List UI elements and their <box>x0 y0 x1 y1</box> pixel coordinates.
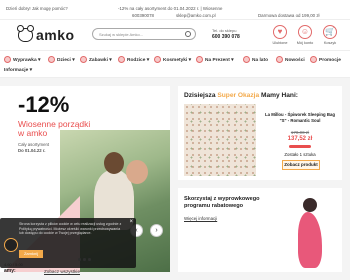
nav-rodzice[interactable]: Rodzice ▾ <box>118 56 149 63</box>
hero-title: Wiosenne porządki w amko <box>18 120 90 138</box>
nav-kosmetyki[interactable]: Kosmetyki ▾ <box>154 56 191 63</box>
cookie-notice: Strona korzysta z plików cookie w celu r… <box>0 218 136 268</box>
top-info-bar: Dzień dobry! Jak mogę pomóc? -12% na cał… <box>0 0 350 20</box>
promo-title: Skorzystaj z wyprowkowego programu rabat… <box>184 196 260 209</box>
hero-sub-line2: Do 01.04.22 r. <box>18 148 46 153</box>
promo-banner-text[interactable]: -12% na cały asortyment do 01.04.2022 r.… <box>118 6 222 11</box>
nav-label: Rodzice <box>127 57 146 63</box>
hero-subtitle: Cały asortyment Do 01.04.22 r. <box>18 142 49 154</box>
deal-old-price: 170,00 zł <box>290 130 310 135</box>
nav-rodzice-icon <box>118 56 125 63</box>
nav-na-lato[interactable]: Na lato <box>243 56 268 63</box>
nav-label: Promocje <box>319 57 341 63</box>
site-header: amko Szukaj w sklepie Amko... Tel. do sk… <box>0 20 350 50</box>
illustration-head <box>303 198 317 212</box>
cart-label: Koszyk <box>323 41 337 45</box>
help-question[interactable]: Dzień dobry! Jak mogę pomóc? <box>6 6 68 11</box>
top-phone[interactable]: 600390078 <box>132 13 154 18</box>
account-button[interactable]: ☺ Mój konto <box>295 25 315 45</box>
nav-label: Kosmetyki <box>163 57 188 63</box>
phone-label: Tel. do sklepu <box>212 28 237 33</box>
search-placeholder: Szukaj w sklepie Amko... <box>99 32 144 37</box>
logo[interactable]: amko <box>17 25 75 43</box>
close-icon[interactable]: × <box>129 219 133 225</box>
search-input[interactable]: Szukaj w sklepie Amko... <box>92 28 196 40</box>
nav-wyprawka[interactable]: Wyprawka ▾ <box>4 56 40 63</box>
search-icon[interactable] <box>185 31 191 37</box>
nav-informacje[interactable]: Informacje ▾ <box>4 68 32 73</box>
contact-phone[interactable]: Tel. do sklepu 600 390 078 <box>212 28 240 40</box>
favorites-button[interactable]: ♥ Ulubione <box>270 25 290 45</box>
deal-stock: Zostało 1 sztuka <box>284 152 316 157</box>
top-email[interactable]: sklep@amko.com.pl <box>176 13 216 18</box>
nav-nowosci[interactable]: Nowości <box>276 56 305 63</box>
cookie-text: Strona korzysta z plików cookie w celu r… <box>19 222 122 236</box>
nav-prezent-icon <box>196 56 203 63</box>
nav-dzieci-icon <box>48 56 55 63</box>
deal-timer-bar <box>289 145 311 148</box>
trust-badge-icon[interactable] <box>4 238 18 252</box>
nav-label: Nowości <box>285 57 305 63</box>
user-icon: ☺ <box>298 25 312 39</box>
illustration-body <box>298 212 322 268</box>
deal-new-price: 137,52 zł <box>287 136 313 142</box>
section-label: amy: <box>4 268 16 274</box>
hero-title-line2: w amko <box>18 128 48 138</box>
nav-promocje-icon <box>310 56 317 63</box>
nav-label: Wyprawka <box>13 57 37 63</box>
hero-sub-line1: Cały asortyment <box>18 142 50 147</box>
logo-text: amko <box>36 27 75 43</box>
phone-number: 600 390 078 <box>212 34 240 40</box>
photo-child <box>126 160 148 184</box>
nav-promocje[interactable]: Promocje <box>310 56 341 63</box>
heart-icon: ♥ <box>273 25 287 39</box>
nav-zabawki-icon <box>80 56 87 63</box>
nav-label: Dzieci <box>57 57 71 63</box>
nav-label: Na lato <box>252 57 268 63</box>
nav-dzieci[interactable]: Dzieci ▾ <box>48 56 75 63</box>
hero-discount: -12% <box>18 92 70 117</box>
shipping-info: Darmowa dostawa od 199,00 zł <box>258 13 320 18</box>
nav-na-prezent[interactable]: Na Prezent ▾ <box>196 56 234 63</box>
nav-nowosci-icon <box>276 56 283 63</box>
pregnant-woman-illustration <box>290 198 330 268</box>
account-label: Mój konto <box>296 41 314 45</box>
cart-icon: 🛒 <box>323 25 337 39</box>
main-navigation: Wyprawka ▾ Dzieci ▾ Zabawki ▾ Rodzice ▾ … <box>0 50 350 78</box>
deal-product-name[interactable]: La Millou - Śpiworek Sleeping Bag "S" - … <box>262 112 338 124</box>
nav-label: Zabawki <box>89 57 108 63</box>
nav-zabawki[interactable]: Zabawki ▾ <box>80 56 112 63</box>
cart-button[interactable]: 🛒 Koszyk <box>320 25 340 45</box>
deal-title-highlight: Super Okazja <box>217 92 260 99</box>
view-product-button[interactable]: Zobacz produkt <box>282 160 320 170</box>
cookie-accept-button[interactable]: Zamknij <box>19 250 43 258</box>
nav-lato-icon <box>243 56 250 63</box>
favorites-label: Ulubione <box>272 41 288 45</box>
deal-title: Dzisiejsza Super Okazja Mamy Hani: <box>184 92 298 99</box>
daily-deal-card: Dzisiejsza Super Okazja Mamy Hani: La Mi… <box>178 86 342 180</box>
promo-more-link[interactable]: Więcej informacji <box>184 216 217 221</box>
bear-logo-icon <box>17 25 34 42</box>
carousel-next-button[interactable]: › <box>150 224 163 237</box>
nav-label: Na Prezent <box>205 57 230 63</box>
deal-product-image[interactable] <box>184 104 256 176</box>
rewards-program-card: Skorzystaj z wyprowkowego programu rabat… <box>178 188 342 272</box>
see-all-link[interactable]: Zobacz wszystkie <box>44 269 80 274</box>
deal-title-prefix: Dzisiejsza <box>184 92 218 99</box>
deal-title-suffix: Mamy Hani: <box>259 92 298 99</box>
nav-wyprawka-icon <box>4 56 11 63</box>
nav-label: Informacje <box>4 68 29 73</box>
nav-kosmetyki-icon <box>154 56 161 63</box>
photo-head <box>104 152 124 174</box>
